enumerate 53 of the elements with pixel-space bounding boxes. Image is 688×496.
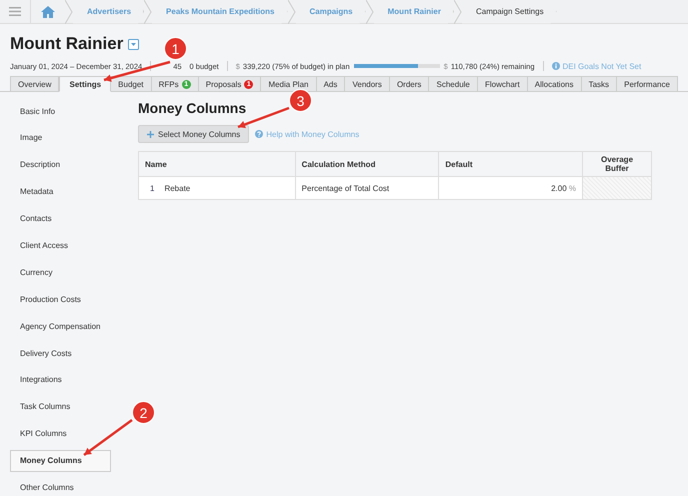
help-icon [255,130,264,138]
tab[interactable]: Tasks [582,76,618,91]
tab[interactable]: Performance [617,76,678,91]
tab[interactable]: Orders [390,76,430,91]
sidebar-item[interactable]: Basic Info [10,100,111,122]
callout-number: 1 [164,37,187,60]
callout-number: 3 [289,89,312,112]
tab[interactable]: Flowchart [478,76,528,91]
chevron-separator-icon [454,0,462,24]
table-cell: Rebate [164,184,190,192]
table-cell: Percentage of Total Cost [295,176,439,200]
sidebar-item[interactable]: Integrations [10,368,111,391]
chevron-separator-icon [65,0,73,24]
tab[interactable]: Media Plan [261,76,317,91]
menu-icon[interactable] [9,7,21,16]
tab[interactable]: Schedule [429,76,478,91]
sidebar-item[interactable]: Currency [10,261,111,284]
tab[interactable]: Budget [111,76,152,91]
dropdown-icon[interactable] [128,38,140,50]
sidebar-item[interactable]: Other Columns [10,476,111,496]
column-header: Calculation Method [295,152,439,176]
sidebar-item[interactable]: Contacts [10,208,111,230]
unit: % [568,184,576,192]
column-header: Overage Buffer [582,152,652,176]
default-value: 2.00 [551,184,567,192]
sidebar-item[interactable]: Money Columns [10,450,111,472]
tab[interactable]: Vendors [345,76,390,91]
info-icon [552,62,560,70]
page-title: Mount Rainier [10,34,124,54]
sidebar-item[interactable]: Client Access [10,234,111,256]
tab[interactable]: Ads [316,76,346,91]
section-heading: Money Columns [138,100,246,116]
sidebar-item[interactable]: Metadata [10,180,111,203]
tab[interactable]: Overview [10,76,60,91]
sidebar-item[interactable]: Description [10,154,111,176]
chevron-separator-icon [366,0,374,24]
row-number: 1 [150,184,154,192]
chevron-separator-icon [288,0,296,24]
callout-number: 2 [132,401,155,424]
chevron-separator-icon [144,0,152,24]
column-header: Default [438,152,583,176]
sidebar-item[interactable]: Task Columns [10,396,111,418]
column-header: Name [138,152,296,176]
select-money-columns-button[interactable]: Select Money Columns [138,125,250,143]
sidebar-item[interactable]: Agency Compensation [10,315,111,338]
plus-icon [147,130,154,138]
sidebar-item[interactable]: Delivery Costs [10,342,111,364]
tab[interactable]: Settings [59,76,112,92]
sidebar-item[interactable]: Image [10,126,111,149]
sidebar-item[interactable]: KPI Columns [10,422,111,445]
home-icon[interactable] [41,6,55,18]
tab[interactable]: Allocations [528,76,582,91]
sidebar-item[interactable]: Production Costs [10,288,111,310]
